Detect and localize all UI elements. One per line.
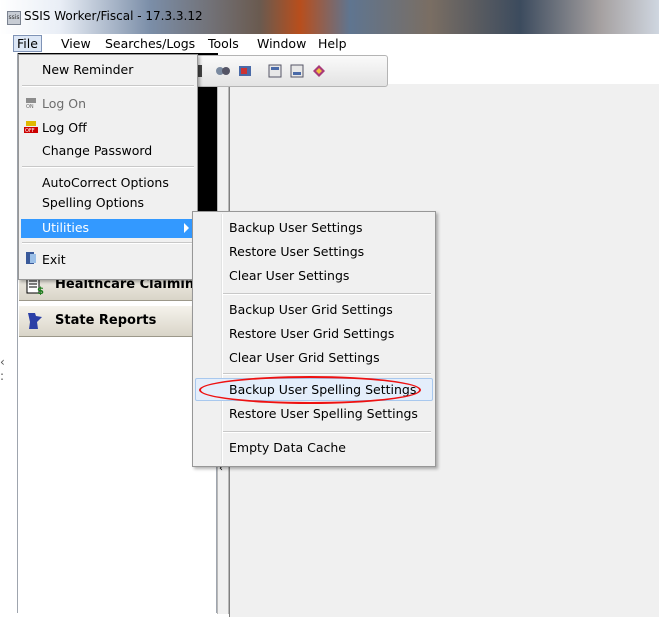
collapse-left-icon[interactable]: ‹: <box>0 355 16 383</box>
app-icon: ssis <box>7 11 21 25</box>
nav-state-reports[interactable]: State Reports <box>19 306 217 337</box>
menu-bar: File View Searches/Logs Tools Window Hel… <box>0 34 659 53</box>
svg-text:$: $ <box>37 286 44 295</box>
menu-help[interactable]: Help <box>318 36 347 51</box>
menu-item-change-password[interactable]: Change Password <box>42 143 152 158</box>
title-bar: ssis SSIS Worker/Fiscal - 17.3.3.12 <box>0 0 659 34</box>
file-menu-dropdown: New Reminder ON Log On OFF Log Off Chang… <box>18 54 198 280</box>
utilities-label: Utilities <box>42 220 90 235</box>
toolbar-tool-icon-2[interactable] <box>215 63 231 79</box>
menu-item-empty-data-cache[interactable]: Empty Data Cache <box>229 440 346 455</box>
menu-separator <box>22 85 194 87</box>
menu-item-spelling-options[interactable]: Spelling Options <box>42 195 144 210</box>
exit-door-icon <box>26 252 36 264</box>
menu-item-autocorrect-options[interactable]: AutoCorrect Options <box>42 175 169 190</box>
menu-item-new-reminder[interactable]: New Reminder <box>42 62 133 77</box>
menu-separator <box>22 242 194 244</box>
toolbar-tool-icon-5[interactable] <box>289 63 305 79</box>
toolbar <box>190 55 388 87</box>
utilities-submenu: Backup User Settings Restore User Settin… <box>192 211 436 467</box>
menu-item-restore-user-grid-settings[interactable]: Restore User Grid Settings <box>229 326 394 341</box>
menu-separator <box>223 373 431 375</box>
menu-item-clear-user-settings[interactable]: Clear User Settings <box>229 268 349 283</box>
menu-item-utilities[interactable]: Utilities <box>21 219 195 238</box>
menu-separator <box>223 293 431 295</box>
menu-separator <box>22 166 194 168</box>
menu-item-log-off[interactable]: Log Off <box>42 120 87 135</box>
menu-separator <box>223 431 431 433</box>
log-on-icon: ON <box>26 98 36 109</box>
menu-file[interactable]: File <box>13 35 42 52</box>
menu-item-clear-user-grid-settings[interactable]: Clear User Grid Settings <box>229 350 380 365</box>
minnesota-map-icon <box>28 313 42 329</box>
menu-tools[interactable]: Tools <box>208 36 239 51</box>
svg-text:ON: ON <box>26 104 34 109</box>
book-icon[interactable] <box>311 63 327 79</box>
menu-item-restore-user-settings[interactable]: Restore User Settings <box>229 244 364 259</box>
submenu-arrow-icon <box>184 223 189 233</box>
svg-text:OFF: OFF <box>25 128 35 133</box>
menu-item-restore-user-spelling-settings[interactable]: Restore User Spelling Settings <box>229 406 418 421</box>
menu-window[interactable]: Window <box>257 36 306 51</box>
menu-item-log-on[interactable]: Log On <box>42 96 86 111</box>
menu-view[interactable]: View <box>61 36 91 51</box>
menu-gutter <box>221 214 223 464</box>
menu-item-backup-user-grid-settings[interactable]: Backup User Grid Settings <box>229 302 393 317</box>
state-reports-label: State Reports <box>55 313 157 328</box>
log-off-icon: OFF <box>24 121 38 133</box>
toolbar-tool-icon-4[interactable] <box>267 63 283 79</box>
toolbar-tool-icon-3[interactable] <box>237 63 253 79</box>
menu-item-exit[interactable]: Exit <box>42 252 66 267</box>
annotation-circle <box>199 376 421 404</box>
menu-item-backup-user-settings[interactable]: Backup User Settings <box>229 220 363 235</box>
window-title: SSIS Worker/Fiscal - 17.3.3.12 <box>24 9 203 23</box>
menu-searches-logs[interactable]: Searches/Logs <box>105 36 195 51</box>
